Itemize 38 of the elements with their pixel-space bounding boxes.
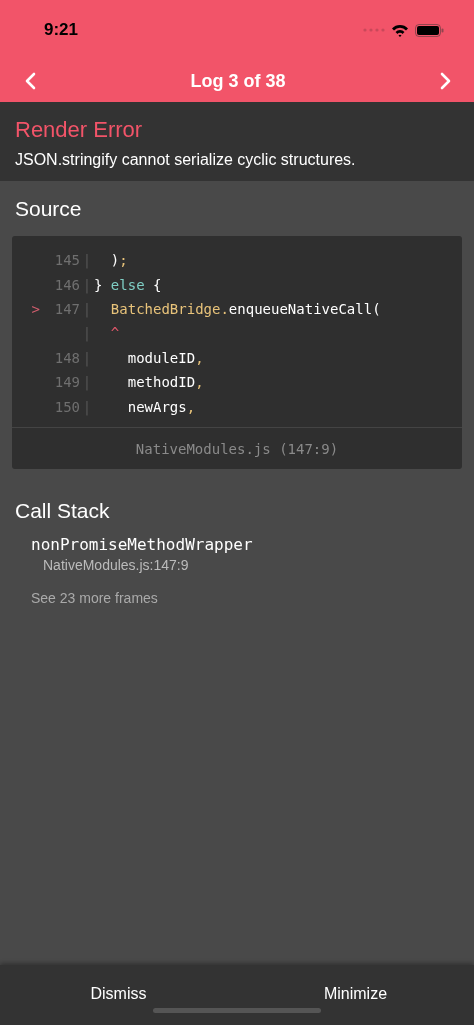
- gutter-separator-text: |: [81, 300, 93, 317]
- section-heading: Source: [15, 197, 83, 221]
- code-line: ^: [109, 325, 120, 342]
- code-file-location: NativeModules.js (147:9): [135, 440, 339, 457]
- error-line-marker: >: [31, 300, 40, 317]
- gutter-separator-text: |: [81, 325, 93, 342]
- code-line: methodID,: [126, 374, 204, 391]
- status-time: 9:21: [44, 20, 79, 40]
- wifi-icon: [391, 23, 409, 37]
- see-more-frames-link[interactable]: See 23 more frames: [31, 589, 158, 606]
- stack-frame-method[interactable]: nonPromiseMethodWrapper: [31, 534, 462, 554]
- line-number: 149: [54, 374, 80, 391]
- stack-frame-location: NativeModules.js:147:9: [43, 556, 190, 573]
- line-number: 145: [54, 252, 80, 269]
- minimize-button[interactable]: Minimize: [237, 965, 474, 1003]
- gutter-separator-text: |: [81, 252, 93, 269]
- code-line: );: [109, 252, 128, 269]
- section-heading: Call Stack: [15, 498, 111, 523]
- error-title: Render Error: [15, 117, 144, 143]
- signal-icon: [363, 27, 385, 33]
- gutter-separator-text: |: [81, 374, 93, 391]
- back-icon[interactable]: [24, 72, 36, 90]
- line-number: 147: [54, 300, 80, 317]
- error-message: JSON.stringify cannot serialize cyclic structures.: [15, 151, 357, 169]
- battery-icon: [415, 23, 444, 37]
- dismiss-button[interactable]: Dismiss: [0, 965, 237, 1003]
- gutter-separator-text: |: [81, 398, 93, 415]
- code-line: BatchedBridge.enqueueNativeCall(: [109, 300, 381, 317]
- line-number: 150: [54, 398, 80, 415]
- gutter-separator-text: |: [81, 276, 93, 293]
- log-counter-title: Log 3 of 38: [190, 70, 286, 92]
- code-line: newArgs,: [126, 398, 196, 415]
- forward-icon[interactable]: [440, 72, 452, 90]
- code-line: } else {: [94, 276, 162, 293]
- gutter-separator-text: |: [81, 349, 93, 366]
- code-line: moduleID,: [126, 349, 204, 366]
- line-number: 148: [54, 349, 80, 366]
- line-number: 146: [54, 276, 80, 293]
